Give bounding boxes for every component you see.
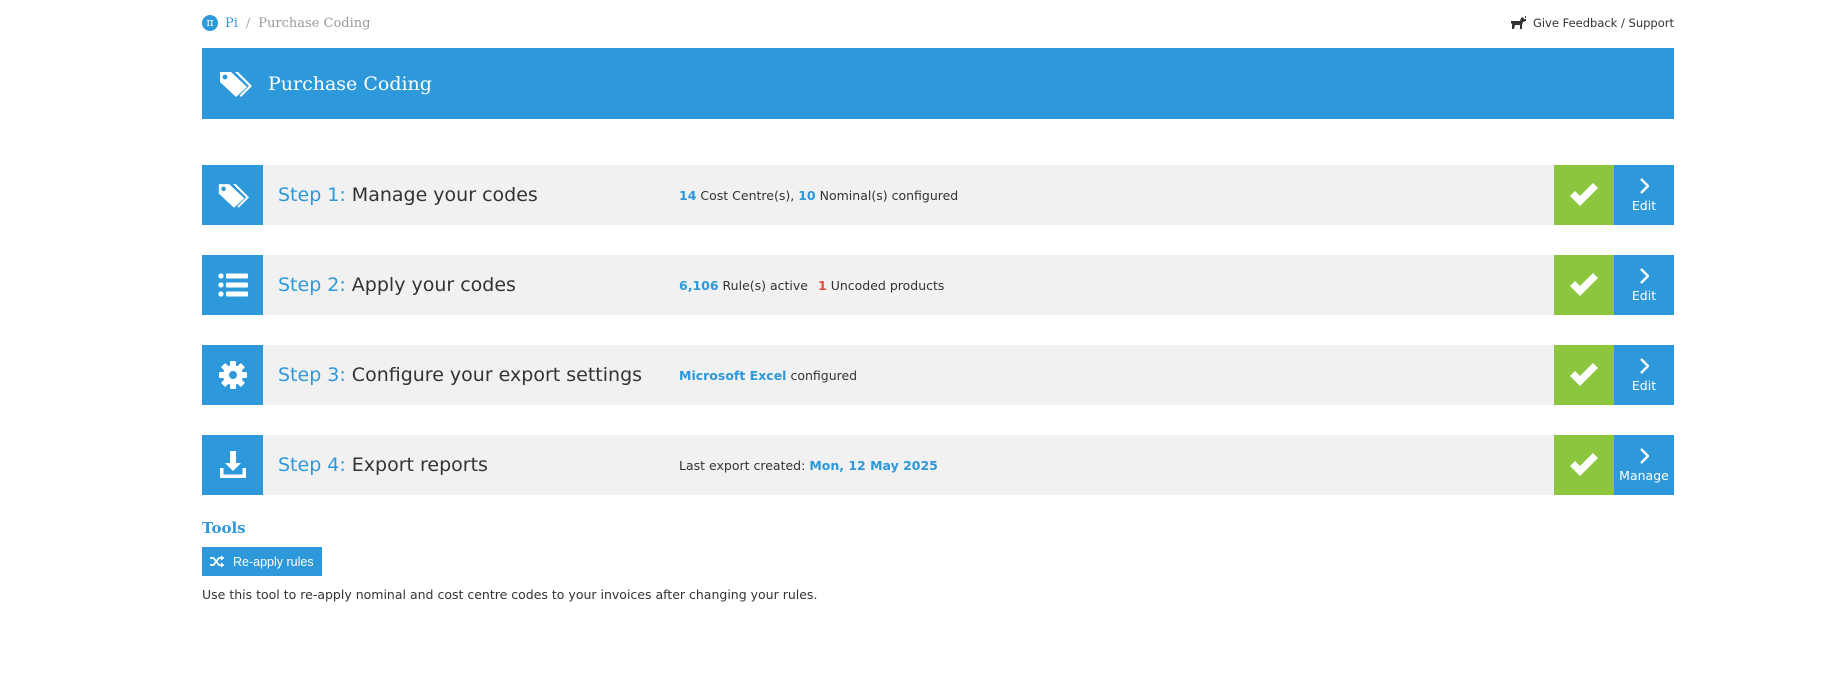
step-summary: Microsoft Excel configured: [679, 345, 1554, 405]
rules-text: Rule(s) active: [722, 277, 808, 293]
download-icon: [202, 435, 263, 495]
pi-logo-icon[interactable]: π: [202, 15, 218, 31]
status-complete: [1554, 345, 1614, 405]
edit-button-label: Edit: [1631, 287, 1657, 303]
edit-button[interactable]: Edit: [1614, 345, 1674, 405]
reapply-rules-button[interactable]: Re-apply rules: [202, 547, 322, 576]
status-complete: [1554, 165, 1614, 225]
step-title: Step 3: Configure your export settings: [263, 345, 679, 405]
export-format: Microsoft Excel: [679, 367, 787, 383]
step-title: Step 4: Export reports: [263, 435, 679, 495]
step-summary: 6,106 Rule(s) active 1 Uncoded products: [679, 255, 1554, 315]
step-summary: 14 Cost Centre(s), 10 Nominal(s) configu…: [679, 165, 1554, 225]
manage-button[interactable]: Manage: [1614, 435, 1674, 495]
step-number: Step 3:: [278, 364, 346, 386]
tools-description: Use this tool to re-apply nominal and co…: [202, 587, 818, 602]
last-export-label: Last export created:: [679, 457, 806, 473]
page-title: Purchase Coding: [268, 72, 432, 95]
feedback-label: Give Feedback / Support: [1532, 16, 1674, 30]
breadcrumb-home-link[interactable]: Pi: [225, 16, 238, 31]
chevron-right-icon: [1640, 357, 1649, 374]
check-icon: [1570, 183, 1598, 206]
step-title-text: Export reports: [351, 454, 488, 476]
page-container: π Pi / Purchase Coding Give Feedback / S…: [202, 0, 1674, 602]
check-icon: [1570, 273, 1598, 296]
step-number: Step 4:: [278, 454, 346, 476]
export-format-text: configured: [790, 367, 858, 383]
reapply-rules-label: Re-apply rules: [233, 554, 314, 569]
step-number: Step 1:: [278, 184, 346, 206]
step-row-apply-codes: Step 2: Apply your codes 6,106 Rule(s) a…: [202, 255, 1674, 315]
check-icon: [1570, 453, 1598, 476]
step-title-text: Configure your export settings: [351, 364, 643, 386]
feedback-link[interactable]: Give Feedback / Support: [1510, 16, 1674, 30]
shuffle-icon: [210, 555, 225, 568]
rules-count: 6,106: [679, 277, 719, 293]
nominal-count: 10: [798, 187, 816, 203]
status-complete: [1554, 255, 1614, 315]
edit-button-label: Edit: [1631, 197, 1657, 213]
tags-icon: [202, 70, 268, 98]
step-row-export-reports: Step 4: Export reports Last export creat…: [202, 435, 1674, 495]
step-number: Step 2:: [278, 274, 346, 296]
step-row-export-settings: Step 3: Configure your export settings M…: [202, 345, 1674, 405]
tools-heading: Tools: [202, 519, 246, 537]
check-icon: [1570, 363, 1598, 386]
step-title: Step 2: Apply your codes: [263, 255, 679, 315]
breadcrumb-current: Purchase Coding: [258, 15, 371, 31]
manage-button-label: Manage: [1619, 467, 1669, 483]
chevron-right-icon: [1640, 267, 1649, 284]
nominal-text: Nominal(s) configured: [819, 187, 959, 203]
step-row-manage-codes: Step 1: Manage your codes 14 Cost Centre…: [202, 165, 1674, 225]
step-title-text: Manage your codes: [351, 184, 538, 206]
edit-button-label: Edit: [1631, 377, 1657, 393]
uncoded-count: 1: [818, 277, 827, 293]
breadcrumb-separator: /: [245, 15, 251, 31]
step-title: Step 1: Manage your codes: [263, 165, 679, 225]
step-summary: Last export created: Mon, 12 May 2025: [679, 435, 1554, 495]
dog-icon: [1510, 16, 1526, 29]
gear-icon: [202, 345, 263, 405]
edit-button[interactable]: Edit: [1614, 255, 1674, 315]
top-bar: π Pi / Purchase Coding Give Feedback / S…: [202, 0, 1674, 48]
status-complete: [1554, 435, 1614, 495]
edit-button[interactable]: Edit: [1614, 165, 1674, 225]
chevron-right-icon: [1640, 447, 1649, 464]
uncoded-text: Uncoded products: [830, 277, 945, 293]
list-icon: [202, 255, 263, 315]
step-title-text: Apply your codes: [351, 274, 516, 296]
cost-centre-text: Cost Centre(s),: [700, 187, 795, 203]
breadcrumb: π Pi / Purchase Coding: [202, 15, 370, 31]
cost-centre-count: 14: [679, 187, 697, 203]
tools-section: Tools Re-apply rules Use this tool to re…: [202, 519, 1674, 602]
steps-list: Step 1: Manage your codes 14 Cost Centre…: [202, 165, 1674, 495]
page-header: Purchase Coding: [202, 48, 1674, 119]
chevron-right-icon: [1640, 177, 1649, 194]
last-export-date: Mon, 12 May 2025: [809, 457, 938, 473]
tags-icon: [202, 165, 263, 225]
